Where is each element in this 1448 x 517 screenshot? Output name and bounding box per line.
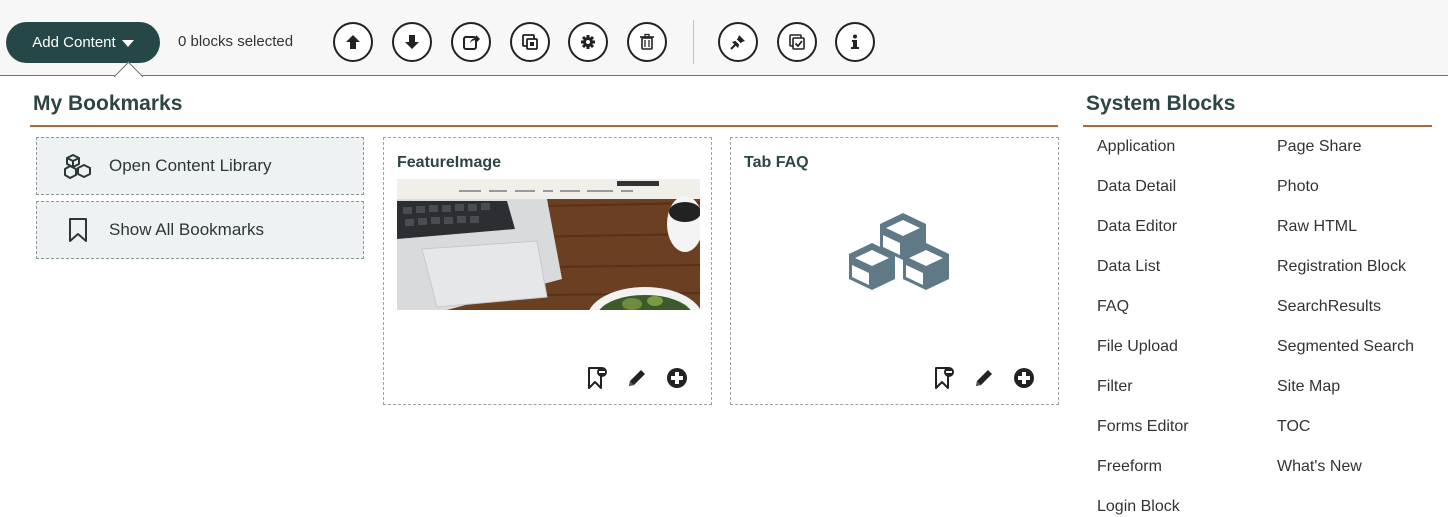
system-block-item[interactable]: FAQ — [1097, 298, 1129, 316]
arrow-up-icon — [346, 35, 360, 49]
edit-button[interactable] — [625, 366, 649, 390]
bookmark-card-actions — [932, 366, 1036, 390]
system-block-item[interactable]: Application — [1097, 138, 1175, 156]
system-block-item[interactable]: Registration Block — [1277, 258, 1406, 276]
bookmark-remove-icon — [935, 367, 954, 389]
system-block-item[interactable]: Photo — [1277, 178, 1319, 196]
share-button[interactable] — [451, 22, 491, 62]
system-block-item[interactable]: What's New — [1277, 458, 1362, 476]
delete-button[interactable] — [627, 22, 667, 62]
block-placeholder-thumbnail — [744, 179, 1047, 310]
bookmark-card-tab-faq[interactable]: Tab FAQ — [730, 137, 1059, 405]
system-blocks-divider — [1083, 125, 1432, 127]
system-block-item[interactable]: TOC — [1277, 418, 1310, 436]
system-block-item[interactable]: Login Block — [1097, 498, 1180, 516]
show-all-bookmarks-button[interactable]: Show All Bookmarks — [36, 201, 364, 259]
info-icon — [851, 34, 859, 49]
open-content-library-button[interactable]: Open Content Library — [36, 137, 364, 195]
select-all-button[interactable] — [777, 22, 817, 62]
open-content-library-label: Open Content Library — [109, 156, 272, 175]
toolbar: Add Content 0 blocks selected — [0, 0, 1448, 76]
show-all-bookmarks-label: Show All Bookmarks — [109, 220, 264, 239]
cubes-icon — [63, 151, 93, 181]
bookmark-remove-icon — [588, 367, 607, 389]
bookmark-card-title: Tab FAQ — [744, 154, 809, 171]
move-down-button[interactable] — [392, 22, 432, 62]
add-block-button[interactable] — [1012, 366, 1036, 390]
info-button[interactable] — [835, 22, 875, 62]
bookmarks-divider — [30, 125, 1058, 127]
cubes-icon — [849, 213, 949, 290]
system-block-item[interactable]: Site Map — [1277, 378, 1340, 396]
system-blocks-title: System Blocks — [1086, 92, 1236, 115]
unpin-button[interactable] — [718, 22, 758, 62]
edit-button[interactable] — [972, 366, 996, 390]
system-block-item[interactable]: File Upload — [1097, 338, 1178, 356]
system-block-item[interactable]: Filter — [1097, 378, 1133, 396]
arrow-down-icon — [405, 35, 419, 49]
trash-icon — [640, 33, 654, 50]
settings-button[interactable] — [568, 22, 608, 62]
bookmark-card-featureimage[interactable]: FeatureImage — [383, 137, 712, 405]
plus-circle-icon — [1014, 368, 1034, 388]
system-block-item[interactable]: Data Detail — [1097, 178, 1176, 196]
caret-down-icon — [121, 40, 134, 47]
checkbox-icon — [789, 34, 805, 50]
system-block-item[interactable]: Segmented Search — [1277, 338, 1414, 356]
copy-button[interactable] — [510, 22, 550, 62]
toolbar-separator — [693, 20, 694, 64]
remove-bookmark-button[interactable] — [932, 366, 956, 390]
copy-icon — [522, 34, 538, 50]
add-content-label: Add Content — [32, 34, 116, 51]
system-block-item[interactable]: Page Share — [1277, 138, 1362, 156]
add-block-button[interactable] — [665, 366, 689, 390]
remove-bookmark-button[interactable] — [585, 366, 609, 390]
selected-count: 0 blocks selected — [178, 33, 294, 50]
bookmark-card-title: FeatureImage — [397, 154, 502, 171]
bookmarks-title: My Bookmarks — [33, 92, 183, 115]
system-block-item[interactable]: Raw HTML — [1277, 218, 1357, 236]
pencil-icon — [976, 370, 992, 386]
system-block-item[interactable]: Forms Editor — [1097, 418, 1189, 436]
system-block-item[interactable]: SearchResults — [1277, 298, 1381, 316]
system-block-item[interactable]: Data List — [1097, 258, 1160, 276]
feature-image-thumbnail — [397, 179, 700, 310]
system-block-item[interactable]: Freeform — [1097, 458, 1162, 476]
bookmark-card-actions — [585, 366, 689, 390]
bookmark-icon — [63, 215, 93, 245]
system-block-item[interactable]: Data Editor — [1097, 218, 1177, 236]
gear-icon — [581, 35, 595, 49]
plus-circle-icon — [667, 368, 687, 388]
unpin-icon — [730, 34, 746, 50]
move-up-button[interactable] — [333, 22, 373, 62]
pencil-icon — [629, 370, 645, 386]
add-content-button[interactable]: Add Content — [6, 22, 160, 63]
share-icon — [463, 35, 480, 50]
